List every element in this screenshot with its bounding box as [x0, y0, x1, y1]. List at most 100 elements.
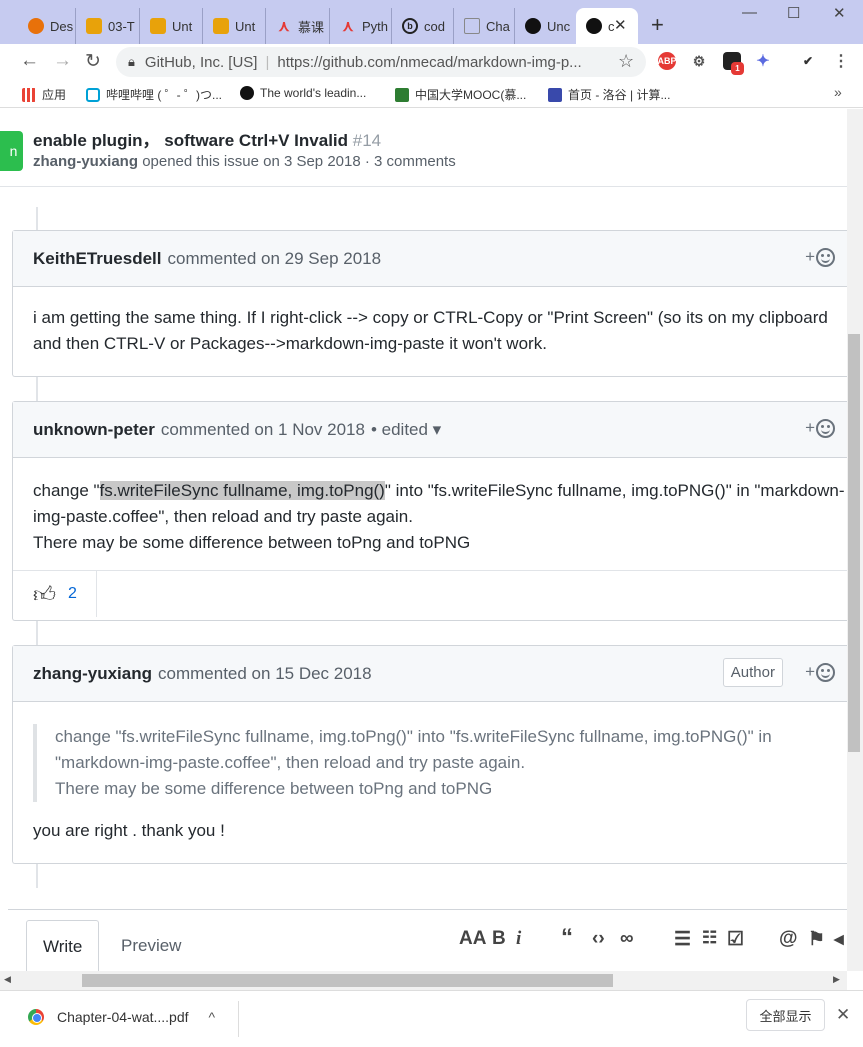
issue-title: enable plugin， software Ctrl+V Invalid #…: [33, 131, 382, 150]
maximize-icon[interactable]: ☐: [787, 4, 800, 22]
extension-icon[interactable]: ✦: [754, 52, 772, 70]
minimize-icon[interactable]: —: [742, 4, 757, 21]
tab-favicon-icon: [150, 18, 166, 34]
add-reaction-icon[interactable]: +: [805, 418, 835, 438]
selected-text: fs.writeFileSync fullname, img.toPng(): [99, 481, 385, 500]
blockquote: change "fs.writeFileSync fullname, img.t…: [33, 724, 827, 802]
mention-icon[interactable]: @: [779, 928, 798, 950]
issue-author[interactable]: zhang-yuxiang: [33, 153, 138, 170]
tab-5[interactable]: ⋏ 慕课: [266, 8, 330, 44]
comment-date[interactable]: commented on 29 Sep 2018: [167, 249, 381, 269]
comment-header: unknown-peter commented on 1 Nov 2018 • …: [13, 402, 847, 458]
comment-header: zhang-yuxiang commented on 15 Dec 2018 A…: [13, 646, 847, 702]
code-icon[interactable]: ‹›: [592, 928, 605, 950]
bookmark-github[interactable]: The world's leadin...: [240, 86, 366, 100]
bookmark-luogu[interactable]: 首页 - 洛谷 | 计算...: [548, 86, 670, 103]
bookmark-apps[interactable]: 应用: [22, 86, 66, 103]
comment-zhang-yuxiang: zhang-yuxiang commented on 15 Dec 2018 A…: [12, 645, 847, 864]
scroll-right-icon[interactable]: ▶: [833, 974, 840, 985]
unordered-list-icon[interactable]: ☰: [674, 928, 691, 951]
forward-icon[interactable]: →: [53, 50, 72, 72]
tab-preview[interactable]: Preview: [105, 920, 197, 971]
back-icon[interactable]: ←: [20, 50, 39, 72]
tab-2[interactable]: 03-T: [76, 8, 140, 44]
show-all-button[interactable]: 全部显示: [746, 999, 825, 1031]
tab-3[interactable]: Unt: [140, 8, 203, 44]
tab-6[interactable]: ⋏ Pyth: [330, 8, 392, 44]
tab-favicon-icon: [464, 18, 480, 34]
horizontal-scrollbar-thumb[interactable]: [82, 974, 613, 987]
bookmark-star-icon[interactable]: ☆: [618, 51, 634, 72]
add-reaction-icon[interactable]: +: [805, 247, 835, 267]
comment-keithetruesdell: KeithETruesdell commented on 29 Sep 2018…: [12, 230, 847, 377]
comment-author[interactable]: zhang-yuxiang: [33, 664, 152, 684]
link-icon[interactable]: ∞: [620, 928, 634, 950]
comment-date[interactable]: commented on 1 Nov 2018: [161, 420, 365, 440]
comment-author[interactable]: KeithETruesdell: [33, 249, 161, 269]
italic-icon[interactable]: i: [516, 928, 521, 950]
tab-1[interactable]: Des: [18, 8, 76, 44]
menu-icon[interactable]: ⋮: [832, 52, 850, 70]
bold-icon[interactable]: B: [492, 928, 506, 950]
scroll-left-icon[interactable]: ◀: [4, 974, 11, 985]
tab-4[interactable]: Unt: [203, 8, 266, 44]
comment-header: KeithETruesdell commented on 29 Sep 2018…: [13, 231, 847, 287]
site-identity: GitHub, Inc. [US]: [144, 53, 258, 71]
extension-icon[interactable]: ⚙: [690, 52, 708, 70]
author-badge: Author: [722, 658, 783, 687]
chrome-icon: [28, 1009, 44, 1025]
omnibox-divider: |: [265, 53, 270, 71]
address-bar[interactable]: 🔒︎ GitHub, Inc. [US] | https://github.co…: [116, 47, 646, 77]
comment-editor: Write Preview AA B i “ ‹› ∞ ☰ ☷ ☑ @ ⚑ ◂: [8, 909, 847, 971]
quote-icon[interactable]: “: [561, 924, 573, 952]
apps-icon: [22, 87, 36, 102]
tab-favicon-icon: [86, 18, 102, 34]
close-download-bar-icon[interactable]: ✕: [836, 1005, 850, 1025]
task-list-icon[interactable]: ☑: [727, 928, 744, 951]
download-filename: Chapter-04-wat....pdf: [57, 1009, 189, 1025]
new-tab-icon[interactable]: +: [651, 12, 664, 38]
tab-8[interactable]: Cha: [454, 8, 515, 44]
comment-body: change "fs.writeFileSync fullname, img.t…: [13, 702, 847, 864]
reply-icon[interactable]: ◂: [834, 928, 844, 951]
download-item[interactable]: Chapter-04-wat....pdf ^: [28, 1009, 215, 1025]
thumbs-up-reaction[interactable]: 👍︎ 2: [13, 571, 97, 617]
add-reaction-icon[interactable]: +: [805, 662, 835, 682]
tab-favicon-icon: [213, 18, 229, 34]
url-text: https://github.com/nmecad/markdown-img-p…: [277, 53, 582, 71]
timeline-line: [36, 207, 38, 230]
issue-sticky-header: n enable plugin， software Ctrl+V Invalid…: [0, 109, 847, 187]
github-icon: [240, 86, 254, 100]
tab-9[interactable]: Unc: [515, 8, 575, 44]
close-window-icon[interactable]: ✕: [833, 4, 846, 22]
comment-date[interactable]: commented on 15 Dec 2018: [158, 664, 372, 684]
mooc-icon: [395, 87, 409, 102]
bilibili-icon: [86, 87, 100, 102]
divider: [238, 1001, 239, 1037]
tab-active[interactable]: c: [576, 8, 638, 44]
page-viewport: n enable plugin， software Ctrl+V Invalid…: [0, 109, 847, 971]
bookmark-mooc[interactable]: 中国大学MOOC(慕...: [395, 86, 526, 103]
edited-dropdown[interactable]: • edited ▾: [371, 420, 441, 440]
extension-badge: 1: [731, 62, 744, 75]
reload-icon[interactable]: ↻: [85, 50, 101, 73]
tab-write[interactable]: Write: [26, 920, 100, 971]
chevron-up-icon[interactable]: ^: [209, 1009, 216, 1025]
bookmarks-overflow-icon[interactable]: »: [834, 84, 842, 100]
timeline-line: [36, 621, 38, 645]
vertical-scrollbar-thumb[interactable]: [848, 334, 860, 752]
comment-author[interactable]: unknown-peter: [33, 420, 155, 440]
close-tab-icon[interactable]: ✕: [614, 16, 627, 34]
text-size-icon[interactable]: AA: [459, 928, 486, 950]
comment-unknown-peter: unknown-peter commented on 1 Nov 2018 • …: [12, 401, 847, 621]
ordered-list-icon[interactable]: ☷: [702, 928, 717, 948]
download-bar: Chapter-04-wat....pdf ^ 全部显示 ✕: [0, 990, 863, 1047]
comment-body: i am getting the same thing. If I right-…: [33, 308, 828, 353]
saved-reply-icon[interactable]: ⚑: [808, 928, 825, 951]
thumbs-up-icon: 👍︎: [33, 581, 56, 607]
extension-icon[interactable]: ✔: [799, 52, 817, 70]
bookmark-bilibili[interactable]: 哔哩哔哩 ( ゜- ゜)つ...: [86, 86, 222, 103]
tab-7[interactable]: b cod: [392, 8, 454, 44]
adblock-icon[interactable]: ABP: [658, 52, 677, 70]
tab-favicon-icon: ⋏: [342, 18, 354, 35]
